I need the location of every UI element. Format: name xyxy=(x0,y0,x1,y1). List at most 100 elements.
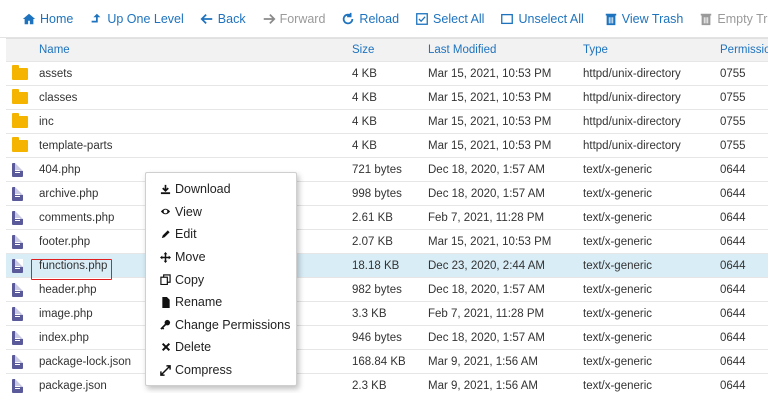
context-menu-download[interactable]: Download xyxy=(146,178,296,201)
trash-icon xyxy=(605,13,617,25)
file-type: text/x-generic xyxy=(583,283,653,296)
file-name: inc xyxy=(39,115,54,128)
file-last-modified: Dec 18, 2020, 1:57 AM xyxy=(428,163,545,176)
context-menu-rename[interactable]: Rename xyxy=(146,291,296,314)
file-icon xyxy=(12,354,23,369)
file-type: text/x-generic xyxy=(583,259,653,272)
file-last-modified: Dec 18, 2020, 1:57 AM xyxy=(428,331,545,344)
file-permissions: 0755 xyxy=(720,67,746,80)
reload-button[interactable]: Reload xyxy=(333,8,407,30)
back-button[interactable]: Back xyxy=(192,8,254,30)
file-icon xyxy=(12,378,23,393)
table-row[interactable]: template-parts 4 KB Mar 15, 2021, 10:53 PM… xyxy=(6,134,768,158)
view-trash-button[interactable]: View Trash xyxy=(596,8,692,30)
row-icon-cell xyxy=(12,86,30,109)
arrow-left-icon xyxy=(200,13,213,24)
back-label: Back xyxy=(217,11,246,26)
up-one-level-label: Up One Level xyxy=(107,11,184,26)
context-menu-delete[interactable]: Delete xyxy=(146,336,296,359)
context-menu-edit[interactable]: Edit xyxy=(146,223,296,246)
column-header-permissions[interactable]: Permissio xyxy=(720,39,768,61)
context-menu-move[interactable]: Move xyxy=(146,246,296,269)
trash-icon xyxy=(701,13,712,25)
context-menu-label: Edit xyxy=(175,227,197,242)
row-icon-cell xyxy=(12,182,30,205)
context-menu-change-permissions[interactable]: Change Permissions xyxy=(146,314,296,337)
context-menu-view[interactable]: View xyxy=(146,201,296,224)
table-row[interactable]: inc 4 KB Mar 15, 2021, 10:53 PM httpd/unix-… xyxy=(6,110,768,134)
file-size: 2.3 KB xyxy=(352,379,387,392)
context-menu-copy[interactable]: Copy xyxy=(146,268,296,291)
file-size: 721 bytes xyxy=(352,163,402,176)
file-type: text/x-generic xyxy=(583,355,653,368)
file-last-modified: Feb 7, 2021, 11:28 PM xyxy=(428,307,545,320)
move-icon xyxy=(160,251,171,263)
file-type: httpd/unix-directory xyxy=(583,139,681,152)
file-permissions: 0644 xyxy=(720,331,746,344)
file-icon xyxy=(12,186,23,201)
context-menu-label: Copy xyxy=(175,272,205,287)
file-last-modified: Mar 9, 2021, 1:56 AM xyxy=(428,379,538,392)
refresh-icon xyxy=(343,12,354,24)
table-row[interactable]: comments.php 2.61 KB Feb 7, 2021, 11:28 PM… xyxy=(6,206,768,230)
file-permissions: 0644 xyxy=(720,235,746,248)
context-menu-label: View xyxy=(175,204,202,219)
file-last-modified: Mar 15, 2021, 10:53 PM xyxy=(428,67,552,80)
file-last-modified: Mar 15, 2021, 10:53 PM xyxy=(428,139,552,152)
forward-button[interactable]: Forward xyxy=(254,8,334,30)
table-row[interactable]: package.json 2.3 KB Mar 9, 2021, 1:56 AM te… xyxy=(6,374,768,393)
column-header-last-modified[interactable]: Last Modified xyxy=(428,39,578,61)
file-type: text/x-generic xyxy=(583,235,653,248)
file-context-menu: Download View Edit Move Copy Rename Change Per… xyxy=(145,172,297,386)
table-row[interactable]: 404.php 721 bytes Dec 18, 2020, 1:57 AM tex… xyxy=(6,158,768,182)
file-size: 4 KB xyxy=(352,67,377,80)
file-permissions: 0644 xyxy=(720,187,746,200)
column-header-type[interactable]: Type xyxy=(583,39,713,61)
file-permissions: 0644 xyxy=(720,259,746,272)
file-type: text/x-generic xyxy=(583,331,653,344)
row-icon-cell xyxy=(12,326,30,349)
level-up-icon xyxy=(91,13,101,22)
arrow-right-icon xyxy=(263,13,276,24)
file-permissions: 0644 xyxy=(720,163,746,176)
select-all-button[interactable]: Select All xyxy=(407,8,492,30)
row-icon-cell xyxy=(12,158,30,181)
file-type: httpd/unix-directory xyxy=(583,67,681,80)
file-permissions: 0644 xyxy=(720,283,746,296)
file-size: 168.84 KB xyxy=(352,355,406,368)
file-icon xyxy=(160,296,171,308)
table-row[interactable]: image.php 3.3 KB Feb 7, 2021, 11:28 PM text… xyxy=(6,302,768,326)
home-icon xyxy=(22,13,36,24)
table-row[interactable]: functions.php 18.18 KB Dec 23, 2020, 2:44 … xyxy=(6,254,768,278)
context-menu-compress[interactable]: Compress xyxy=(146,359,296,382)
folder-icon xyxy=(12,136,28,152)
file-list-table: Name Size Last Modified Type Permissio a… xyxy=(6,38,768,393)
table-row[interactable]: assets 4 KB Mar 15, 2021, 10:53 PM httpd/un… xyxy=(6,62,768,86)
table-row[interactable]: archive.php 998 bytes Dec 18, 2020, 1:57 A… xyxy=(6,182,768,206)
table-row[interactable]: classes 4 KB Mar 15, 2021, 10:53 PM httpd/u… xyxy=(6,86,768,110)
home-button[interactable]: Home xyxy=(14,8,81,30)
file-size: 2.61 KB xyxy=(352,211,393,224)
file-last-modified: Dec 18, 2020, 1:57 AM xyxy=(428,187,545,200)
table-row[interactable]: footer.php 2.07 KB Mar 15, 2021, 10:53 PM t… xyxy=(6,230,768,254)
context-menu-label: Compress xyxy=(175,363,232,378)
unselect-all-button[interactable]: Unselect All xyxy=(492,8,591,30)
empty-trash-button[interactable]: Empty Trash xyxy=(691,8,768,30)
row-icon-cell xyxy=(12,134,30,157)
column-header-size[interactable]: Size xyxy=(352,39,422,61)
context-menu-label: Change Permissions xyxy=(175,317,291,332)
row-icon-cell xyxy=(12,254,30,277)
file-icon xyxy=(12,282,23,297)
column-header-name[interactable]: Name xyxy=(39,39,339,61)
up-one-level-button[interactable]: Up One Level xyxy=(81,8,191,30)
table-row[interactable]: index.php 946 bytes Dec 18, 2020, 1:57 AM t… xyxy=(6,326,768,350)
file-permissions: 0755 xyxy=(720,91,746,104)
table-header-row: Name Size Last Modified Type Permissio xyxy=(6,38,768,62)
unselect-all-label: Unselect All xyxy=(518,11,584,26)
table-row[interactable]: header.php 982 bytes Dec 18, 2020, 1:57 AM… xyxy=(6,278,768,302)
table-row[interactable]: package-lock.json 168.84 KB Mar 9, 2021, 1… xyxy=(6,350,768,374)
row-icon-cell xyxy=(12,302,30,325)
select-all-label: Select All xyxy=(433,11,485,26)
file-type: httpd/unix-directory xyxy=(583,115,681,128)
row-icon-cell xyxy=(12,206,30,229)
